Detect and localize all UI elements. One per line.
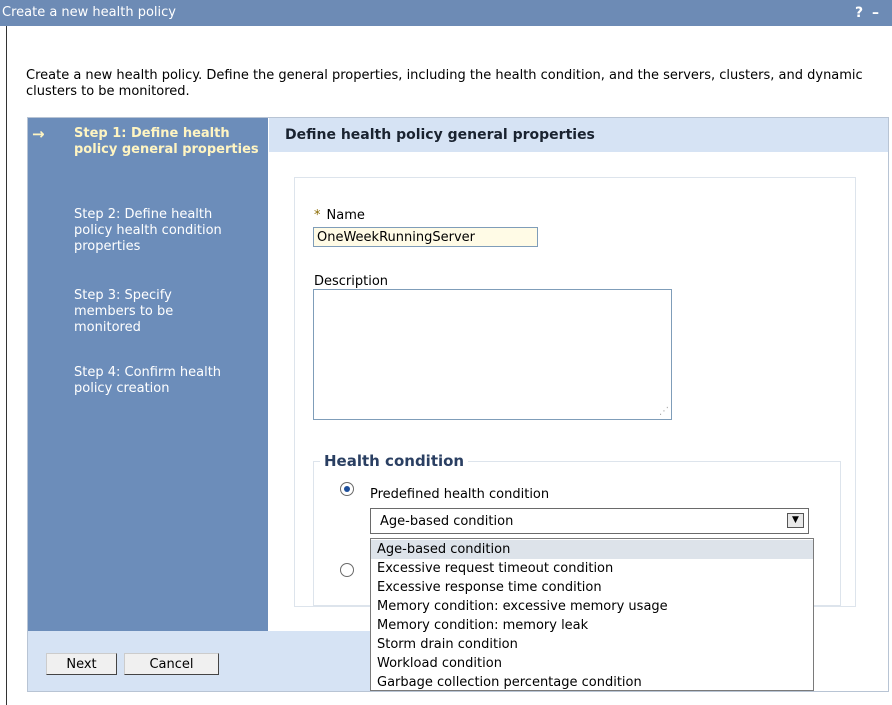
required-marker: * [314,208,321,223]
predefined-radio-label: Predefined health condition [370,487,550,502]
step-3: Step 3: Specify members to be monitored [74,288,174,335]
option-memory-usage[interactable]: Memory condition: excessive memory usage [371,597,813,616]
option-response-time[interactable]: Excessive response time condition [371,578,813,597]
description-label: Description [314,274,389,289]
current-step-arrow-icon: → [32,125,45,143]
window-titlebar: Create a new health policy ? – [0,0,892,26]
left-border [6,26,7,705]
option-storm-drain[interactable]: Storm drain condition [371,635,813,654]
step-2: Step 2: Define health policy health cond… [74,207,222,254]
option-workload[interactable]: Workload condition [371,654,813,673]
name-label: * Name [314,208,365,223]
option-gc-percentage[interactable]: Garbage collection percentage condition [371,673,813,692]
option-age-based[interactable]: Age-based condition [371,540,813,559]
step-4: Step 4: Confirm health policy creation [74,365,222,396]
health-condition-legend: Health condition [320,452,469,470]
health-condition-select[interactable]: Age-based condition ▼ [370,508,809,534]
step-1: Step 1: Define health policy general pro… [74,126,259,157]
name-input[interactable] [313,227,538,247]
name-label-text: Name [326,208,365,223]
option-memory-leak[interactable]: Memory condition: memory leak [371,616,813,635]
chevron-down-icon[interactable]: ▼ [787,513,804,528]
health-condition-options[interactable]: Age-based condition Excessive request ti… [370,538,814,691]
intro-text: Create a new health policy. Define the g… [26,68,863,99]
select-value: Age-based condition [380,514,514,529]
next-button[interactable]: Next [46,653,117,675]
custom-radio[interactable] [340,563,354,577]
minimize-icon[interactable]: – [872,4,892,22]
panel-heading: Define health policy general properties [285,127,595,143]
predefined-radio[interactable] [340,482,354,496]
panel-header: Define health policy general properties [269,118,888,152]
description-textarea[interactable]: ⋰ [313,289,672,420]
resize-grip-icon[interactable]: ⋰ [659,406,669,417]
cancel-button[interactable]: Cancel [124,653,219,675]
window-title: Create a new health policy [2,5,176,20]
help-icon[interactable]: ? [852,4,866,22]
option-request-timeout[interactable]: Excessive request timeout condition [371,559,813,578]
